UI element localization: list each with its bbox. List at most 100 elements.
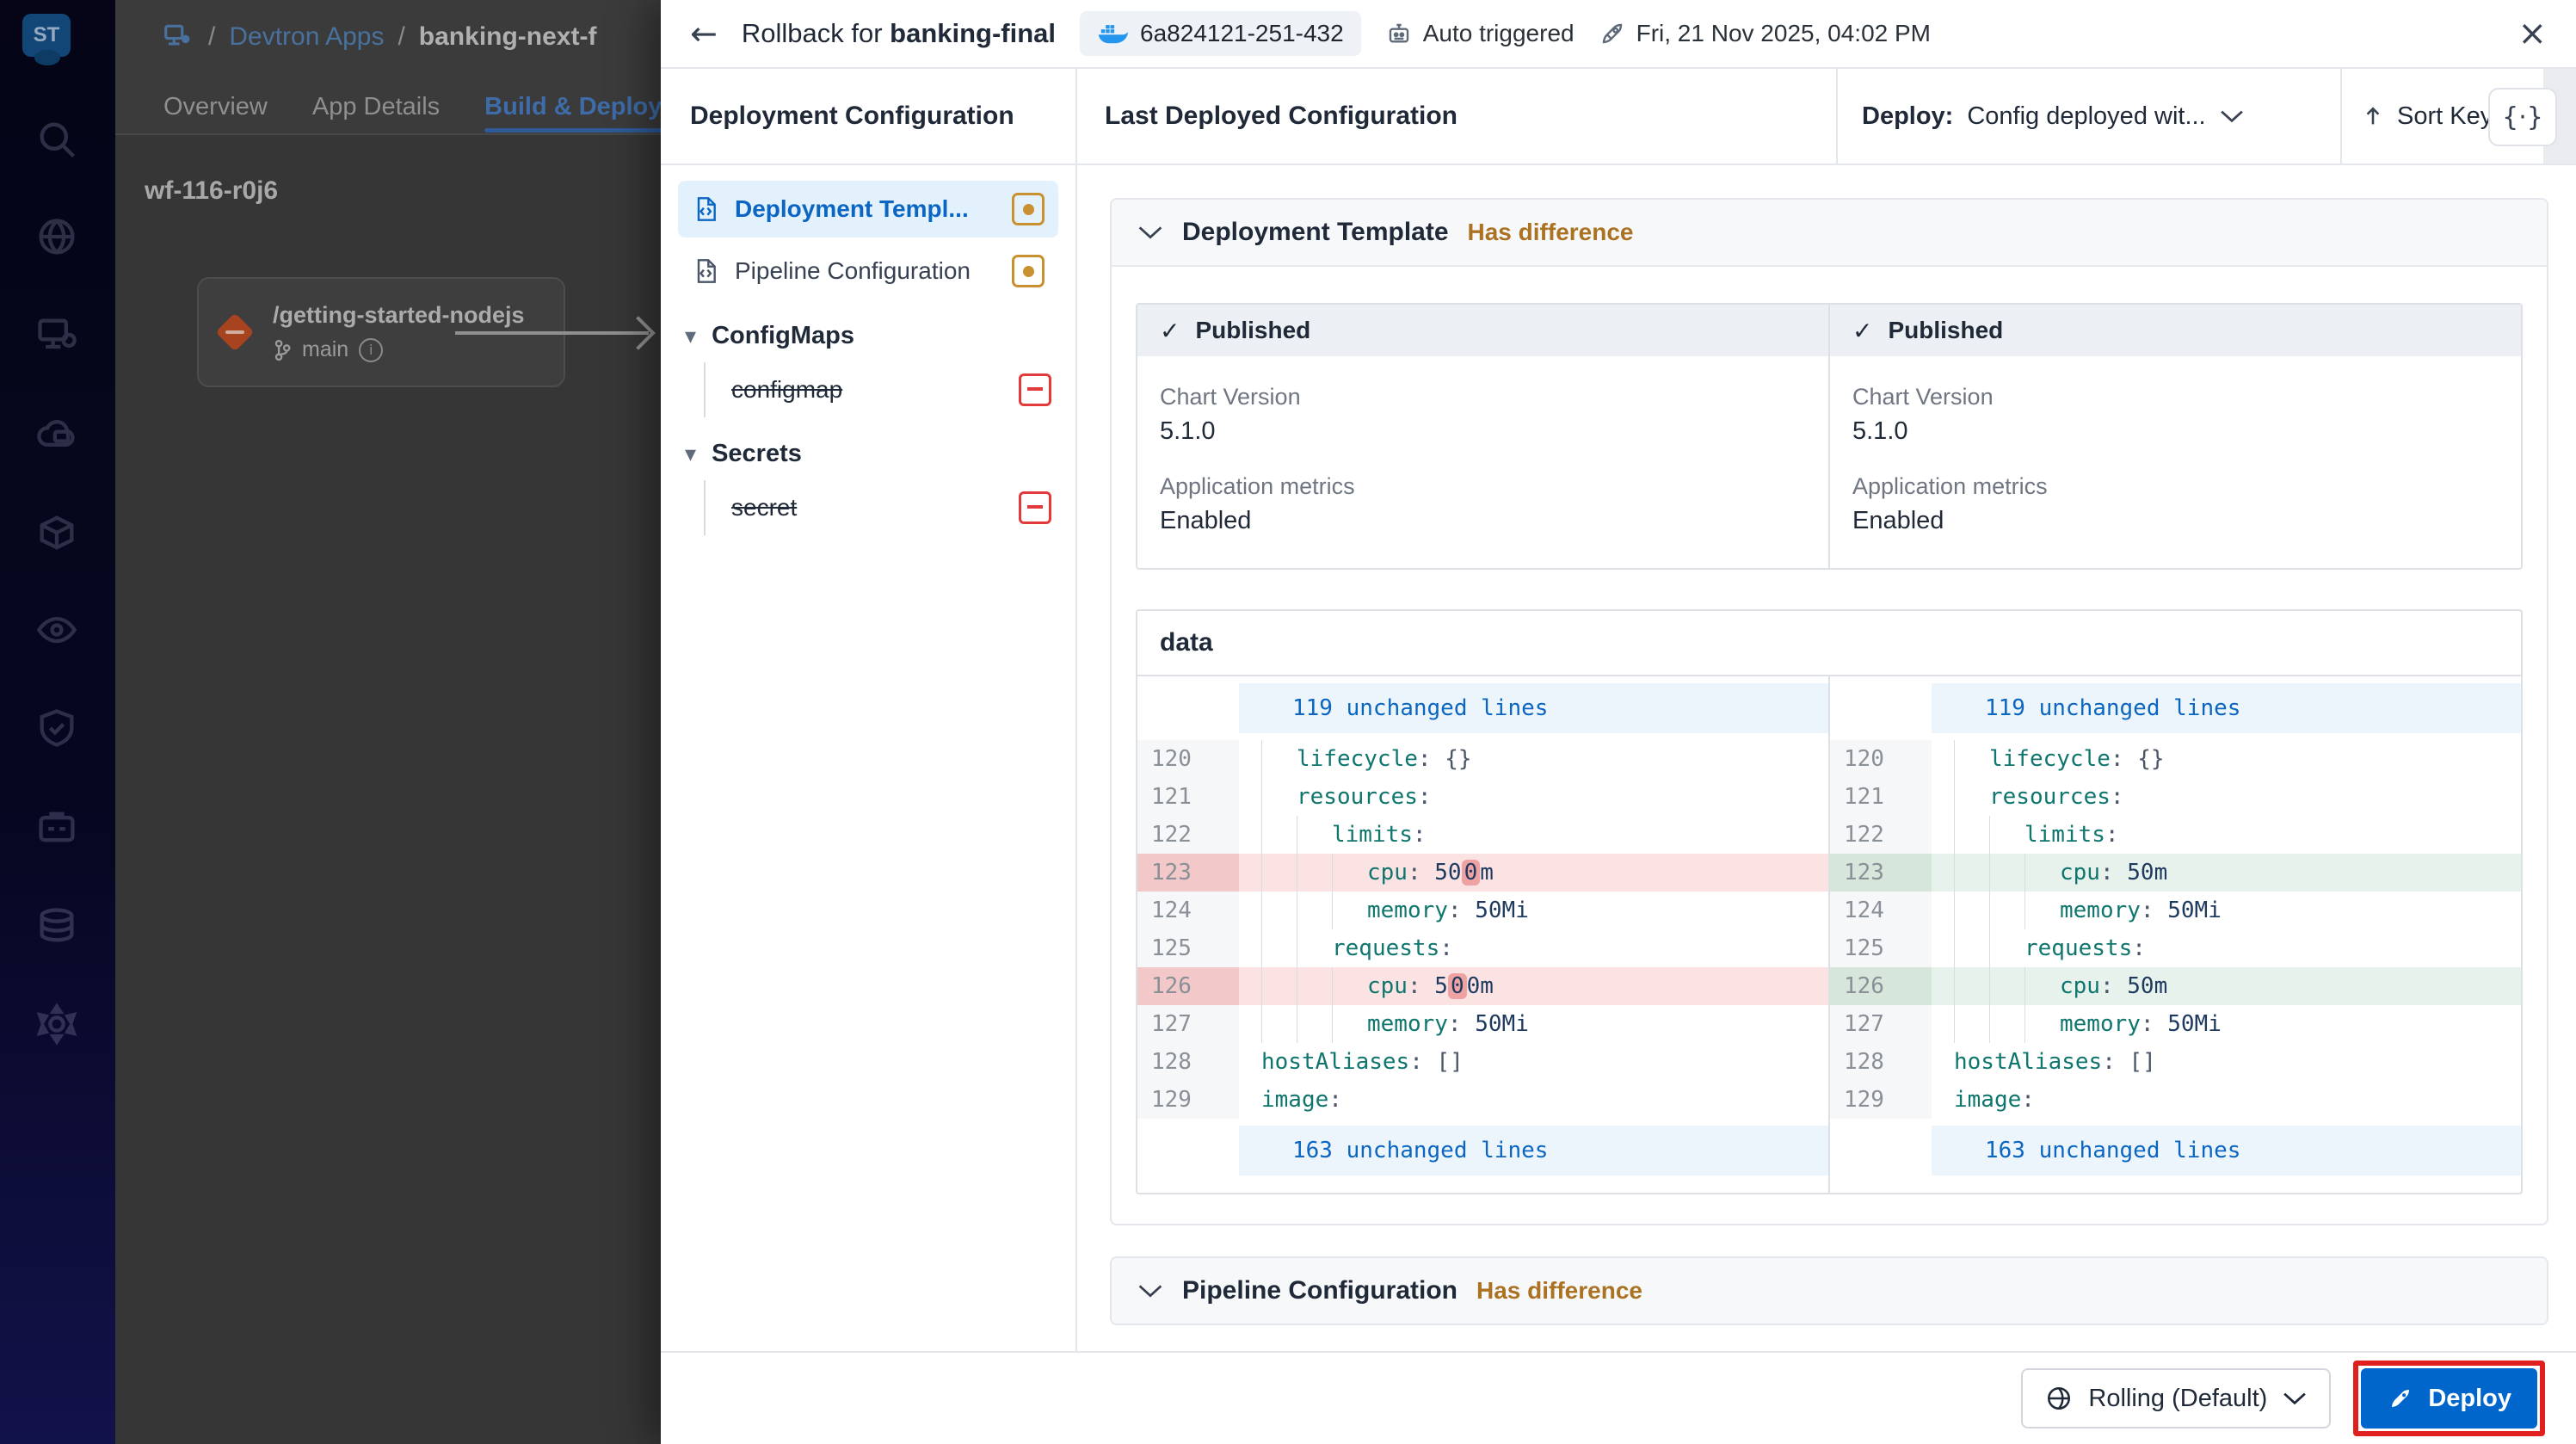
observability-icon[interactable]	[34, 608, 79, 652]
file-code-icon	[697, 197, 716, 221]
diff-left: 119 unchanged lines 120 lifecycle: {} 121 re…	[1137, 676, 1828, 1193]
back-arrow-icon[interactable]: ←	[690, 17, 718, 50]
deployment-template-header[interactable]: Deployment Template Has difference	[1112, 200, 2547, 265]
unchanged-lines-row[interactable]: 119 unchanged lines	[1137, 683, 1828, 733]
diff-code-line: 125 requests:	[1830, 929, 2521, 967]
screen: ST / Devtron Apps / banking-next-f Overv…	[0, 0, 2576, 1444]
line-number: 123	[1137, 854, 1239, 892]
field-value: 5.1.0	[1160, 417, 1216, 445]
arrow-up-icon	[2366, 107, 2380, 125]
published-column: ✓ Published Chart Version 5.1.0 Applicatio…	[1828, 305, 2521, 568]
line-number: 129	[1137, 1081, 1239, 1119]
tab-build-deploy[interactable]: Build & Deploy	[484, 83, 662, 133]
workflow-arrow	[455, 331, 649, 335]
file-code-icon	[697, 259, 716, 283]
deployment-template-body: ✓ Published Chart Version 5.1.0 Applicatio…	[1112, 265, 2547, 1224]
field-label: Application metrics	[1852, 473, 2048, 499]
image-tag-badge: 6a824121-251-432	[1080, 11, 1361, 56]
breadcrumb: / Devtron Apps / banking-next-f	[162, 21, 596, 53]
deleted-indicator-icon	[1019, 491, 1051, 524]
left-panel-item[interactable]: Pipeline Configuration	[678, 243, 1058, 299]
has-difference-badge: Has difference	[1467, 219, 1634, 245]
check-icon: ✓	[1160, 316, 1180, 345]
package-icon[interactable]	[34, 510, 79, 555]
config-field: Chart Version 5.1.0	[1160, 384, 1806, 446]
item-label: Pipeline Configuration	[735, 257, 971, 284]
docker-icon	[1098, 25, 1129, 44]
data-section-title: data	[1137, 611, 2521, 676]
collapse-triangle-icon: ▾	[685, 441, 697, 467]
breadcrumb-separator: /	[208, 22, 216, 51]
field-value: Enabled	[1160, 507, 1252, 534]
diff-code-line: 122 limits:	[1137, 816, 1828, 854]
deleted-indicator-icon	[1019, 373, 1051, 406]
diff-code-line: 128 hostAliases: []	[1137, 1043, 1828, 1081]
resource-item[interactable]: secret	[731, 480, 1058, 535]
config-field: Application metrics Enabled	[1160, 473, 1806, 535]
global-config-icon[interactable]	[34, 214, 79, 259]
breadcrumb-separator: /	[397, 22, 405, 51]
breadcrumb-link-devtron-apps[interactable]: Devtron Apps	[229, 22, 384, 52]
resource-item[interactable]: configmap	[731, 362, 1058, 417]
deployment-strategy-dropdown[interactable]: Rolling (Default)	[2021, 1368, 2332, 1429]
diff-code-line: 125 requests:	[1137, 929, 1828, 967]
info-icon: i	[359, 337, 384, 362]
published-header: ✓ Published	[1830, 305, 2521, 356]
pipeline-config-header[interactable]: Pipeline Configuration Has difference	[1112, 1258, 2547, 1324]
group-header[interactable]: ▾ ConfigMaps	[678, 313, 1058, 359]
line-number: 125	[1830, 929, 1932, 967]
resource-group: ▾ ConfigMaps configmap	[678, 313, 1058, 417]
left-panel-item[interactable]: Deployment Templ...	[678, 181, 1058, 238]
diff-code-line: 121 resources:	[1137, 778, 1828, 816]
code-view-toggle-icon[interactable]: {·}	[2488, 88, 2557, 146]
search-icon[interactable]	[34, 117, 79, 162]
deploy-button[interactable]: Deploy	[2361, 1368, 2537, 1429]
group-header[interactable]: ▾ Secrets	[678, 431, 1058, 477]
line-number: 127	[1137, 1005, 1239, 1043]
diff-indicator-icon	[1012, 193, 1045, 225]
diff-code-line: 124 memory: 50Mi	[1830, 892, 2521, 929]
config-list: Deployment Templ... Pipeline Configuratio…	[661, 165, 1075, 551]
tab-app-details[interactable]: App Details	[312, 83, 440, 131]
diff-code-line: 122 limits:	[1830, 816, 2521, 854]
diff-scroll-area[interactable]: Deployment Template Has difference ✓ Pub…	[1077, 165, 2576, 1351]
resource-stack-icon[interactable]	[34, 904, 79, 948]
chevron-down-icon	[2283, 1392, 2307, 1405]
sort-keys-button[interactable]: Sort Keys {·}	[2342, 69, 2576, 164]
chevron-down-icon	[1138, 226, 1162, 239]
data-diff-card: data 119 unchanged lines 120 lifecycle: {}…	[1136, 609, 2523, 1194]
deployment-template-section: Deployment Template Has difference ✓ Pub…	[1110, 198, 2548, 1225]
diff-code-line: 123 cpu: 50 0 m	[1137, 854, 1828, 892]
app-tabs: Overview App Details Build & Deploy	[163, 83, 662, 133]
line-number: 126	[1830, 967, 1932, 1005]
diff-code-line: 129 image:	[1830, 1081, 2521, 1119]
diff-code-line: 120 lifecycle: {}	[1830, 740, 2521, 778]
field-label: Chart Version	[1160, 384, 1301, 410]
modal-title: Rollback for banking-final	[741, 18, 1057, 48]
unchanged-lines-row[interactable]: 119 unchanged lines	[1830, 683, 2521, 733]
breadcrumb-app-name: banking-next-f	[418, 22, 597, 51]
branch-icon	[274, 339, 291, 361]
settings-gear-icon[interactable]	[34, 1002, 79, 1046]
unchanged-lines-row[interactable]: 163 unchanged lines	[1830, 1126, 2521, 1176]
config-nav-panel: Deployment Configuration Deployment Temp…	[661, 69, 1077, 1351]
devtron-logo[interactable]: ST	[22, 14, 71, 65]
diff-code-line: 128 hostAliases: []	[1830, 1043, 2521, 1081]
line-number: 121	[1830, 778, 1932, 816]
config-field: Chart Version 5.1.0	[1852, 384, 2499, 446]
check-icon: ✓	[1852, 316, 1873, 345]
published-table: ✓ Published Chart Version 5.1.0 Applicatio…	[1136, 303, 2523, 570]
deploy-config-selector[interactable]: Deploy: Config deployed wit...	[1838, 69, 2342, 164]
clusters-icon[interactable]	[34, 313, 79, 358]
group-label: ConfigMaps	[712, 322, 854, 349]
cloud-apps-icon[interactable]	[34, 413, 79, 458]
line-number: 127	[1830, 1005, 1932, 1043]
close-icon[interactable]: ×	[2517, 16, 2547, 51]
line-number: 120	[1830, 740, 1932, 778]
security-shield-icon[interactable]	[34, 706, 79, 750]
unchanged-lines-row[interactable]: 163 unchanged lines	[1137, 1126, 1828, 1176]
jobs-icon[interactable]	[34, 805, 79, 849]
line-number: 122	[1830, 816, 1932, 854]
tab-overview[interactable]: Overview	[163, 83, 268, 131]
line-number: 121	[1137, 778, 1239, 816]
